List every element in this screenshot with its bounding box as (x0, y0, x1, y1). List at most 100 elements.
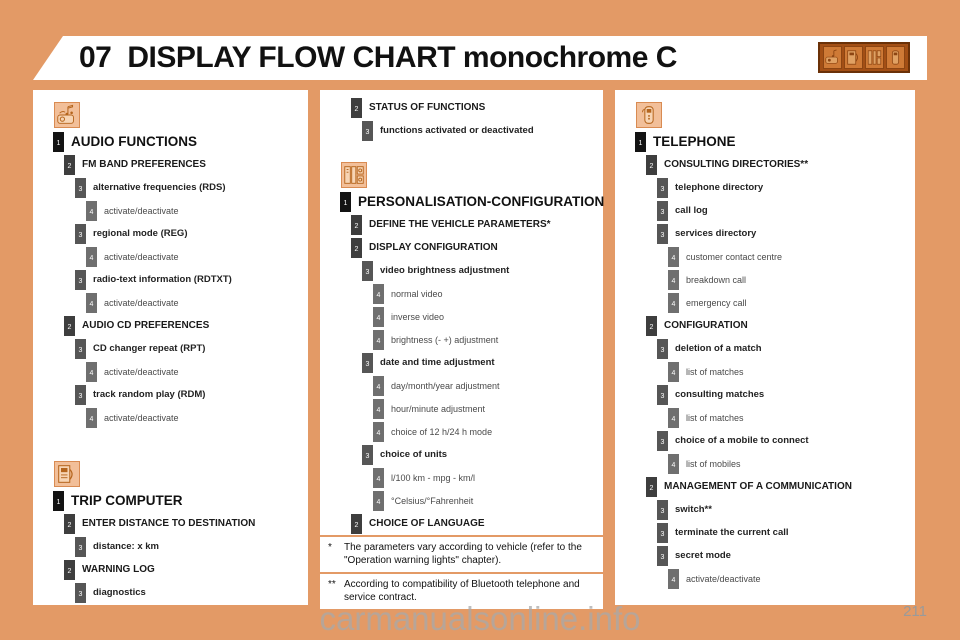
level-badge: 2 (351, 237, 362, 258)
level-badge: 4 (373, 329, 384, 350)
page-number: 211 (903, 603, 927, 620)
level-badge: 4 (373, 490, 384, 511)
tree-row[interactable]: 4 emergency call (668, 291, 915, 314)
level-badge: 4 (373, 398, 384, 419)
tree-row-label: TELEPHONE (653, 134, 736, 149)
tree-row-label: activate/deactivate (686, 573, 761, 584)
tree-row[interactable]: 4 choice of 12 h/24 h mode (373, 420, 603, 443)
tree-row[interactable]: 2 ENTER DISTANCE TO DESTINATION (64, 512, 308, 535)
tree-row-label: STATUS OF FUNCTIONS (369, 102, 486, 113)
tree-row[interactable]: 2 FM BAND PREFERENCES (64, 153, 308, 176)
tree-row[interactable]: 4 activate/deactivate (668, 567, 915, 590)
tree-row[interactable]: 2 STATUS OF FUNCTIONS (351, 96, 603, 119)
tree-row[interactable]: 4 inverse video (373, 305, 603, 328)
level-badge: 1 (53, 131, 64, 152)
site-watermark: carmanualsonline.info (319, 600, 641, 637)
telephone-mini-icon (886, 46, 905, 69)
column-status-personalisation: 2 STATUS OF FUNCTIONS 3 functions activa… (320, 90, 604, 609)
tree-row[interactable]: 3 services directory (657, 222, 915, 245)
tree-row[interactable]: 4 activate/deactivate (86, 360, 308, 383)
tree-row[interactable]: 4 activate/deactivate (86, 245, 308, 268)
level-badge: 3 (657, 499, 668, 520)
tree-row[interactable]: 4 hour/minute adjustment (373, 397, 603, 420)
tree-row[interactable]: 1 TRIP COMPUTER (53, 489, 308, 512)
level-badge: 4 (373, 283, 384, 304)
tree-row[interactable]: 2 CONSULTING DIRECTORIES** (646, 153, 915, 176)
tree-row[interactable]: 3 track random play (RDM) (75, 383, 308, 406)
tree-row[interactable]: 4 °Celsius/°Fahrenheit (373, 489, 603, 512)
tree-row[interactable]: 2 DEFINE THE VEHICLE PARAMETERS* (351, 213, 603, 236)
tree-row[interactable]: 3 call log (657, 199, 915, 222)
tree-row[interactable]: 4 normal video (373, 282, 603, 305)
level-badge: 3 (657, 522, 668, 543)
tree-row-label: video brightness adjustment (380, 265, 510, 276)
tree-row[interactable]: 3 consulting matches (657, 383, 915, 406)
tree-row[interactable]: 2 MANAGEMENT OF A COMMUNICATION (646, 475, 915, 498)
tree-row[interactable]: 2 CONFIGURATION (646, 314, 915, 337)
footnote-text: The parameters vary according to vehicle… (344, 542, 582, 566)
tree-row[interactable]: 4 list of matches (668, 406, 915, 429)
level-badge: 4 (86, 246, 97, 267)
level-badge: 2 (351, 214, 362, 235)
tree-row[interactable]: 3 choice of units (362, 443, 603, 466)
level-badge: 4 (668, 453, 679, 474)
tree-row[interactable]: 3 alternative frequencies (RDS) (75, 176, 308, 199)
tree-row[interactable]: 3 distance: x km (75, 535, 308, 558)
column-middle-content: 2 STATUS OF FUNCTIONS 3 functions activa… (320, 90, 604, 535)
level-badge: 4 (668, 269, 679, 290)
tree-row[interactable]: 2 WARNING LOG (64, 558, 308, 581)
tree-row-label: date and time adjustment (380, 357, 495, 368)
tree-row[interactable]: 3 date and time adjustment (362, 351, 603, 374)
tree-row[interactable]: 3 secret mode (657, 544, 915, 567)
tree-row[interactable]: 4 activate/deactivate (86, 291, 308, 314)
tree-row[interactable]: 2 CHOICE OF LANGUAGE (351, 512, 603, 535)
tree-row-label: secret mode (675, 550, 731, 561)
chapter-number: 07 (79, 41, 112, 74)
tree-row[interactable]: 2 AUDIO CD PREFERENCES (64, 314, 308, 337)
tree-row[interactable]: 1 PERSONALISATION-CONFIGURATION (340, 190, 604, 213)
tree-row[interactable]: 4 list of mobiles (668, 452, 915, 475)
level-badge: 4 (373, 421, 384, 442)
tree-row[interactable]: 3 deletion of a match (657, 337, 915, 360)
tree-row-label: DEFINE THE VEHICLE PARAMETERS* (369, 219, 551, 230)
tree-row-label: DISPLAY CONFIGURATION (369, 242, 498, 253)
level-badge: 2 (646, 154, 657, 175)
tree-row[interactable]: 3 choice of a mobile to connect (657, 429, 915, 452)
tree-row[interactable]: 1 AUDIO FUNCTIONS (53, 130, 308, 153)
tree-row[interactable]: 3 regional mode (REG) (75, 222, 308, 245)
tree-row[interactable]: 3 switch** (657, 498, 915, 521)
tree-row[interactable]: 4 activate/deactivate (86, 199, 308, 222)
telephone-icon (636, 102, 662, 128)
tree-row[interactable]: 4 day/month/year adjustment (373, 374, 603, 397)
level-badge: 2 (64, 315, 75, 336)
tree-row-label: day/month/year adjustment (391, 380, 500, 391)
tree-row[interactable]: 4 activate/deactivate (86, 406, 308, 429)
tree-row[interactable]: 4 list of matches (668, 360, 915, 383)
level-badge: 2 (64, 513, 75, 534)
header-icon-strip (818, 42, 910, 73)
tree-row[interactable]: 3 CD changer repeat (RPT) (75, 337, 308, 360)
level-badge: 3 (362, 120, 373, 141)
trip-computer-mini-icon (844, 46, 863, 69)
audio-mini-icon (823, 46, 842, 69)
column-audio-trip: 1 AUDIO FUNCTIONS 2 FM BAND PREFERENCES … (33, 90, 308, 605)
level-badge: 4 (86, 361, 97, 382)
tree-row[interactable]: 3 video brightness adjustment (362, 259, 603, 282)
trip-computer-icon (54, 461, 80, 487)
tree-row[interactable]: 4 brightness (- +) adjustment (373, 328, 603, 351)
audio-icon (54, 102, 80, 128)
tree-row-label: hour/minute adjustment (391, 403, 486, 414)
tree-row[interactable]: 4 breakdown call (668, 268, 915, 291)
tree-row-label: call log (675, 205, 708, 216)
tree-row[interactable]: 3 functions activated or deactivated (362, 119, 603, 142)
tree-row[interactable]: 4 l/100 km - mpg - km/l (373, 466, 603, 489)
tree-row[interactable]: 2 DISPLAY CONFIGURATION (351, 236, 603, 259)
tree-row[interactable]: 1 TELEPHONE (635, 130, 915, 153)
tree-row[interactable]: 4 customer contact centre (668, 245, 915, 268)
tree-row[interactable]: 3 telephone directory (657, 176, 915, 199)
tree-row[interactable]: 3 radio-text information (RDTXT) (75, 268, 308, 291)
tree-row[interactable]: 3 terminate the current call (657, 521, 915, 544)
tree-row-label: FM BAND PREFERENCES (82, 159, 206, 170)
tree-row-label: activate/deactivate (104, 297, 179, 308)
